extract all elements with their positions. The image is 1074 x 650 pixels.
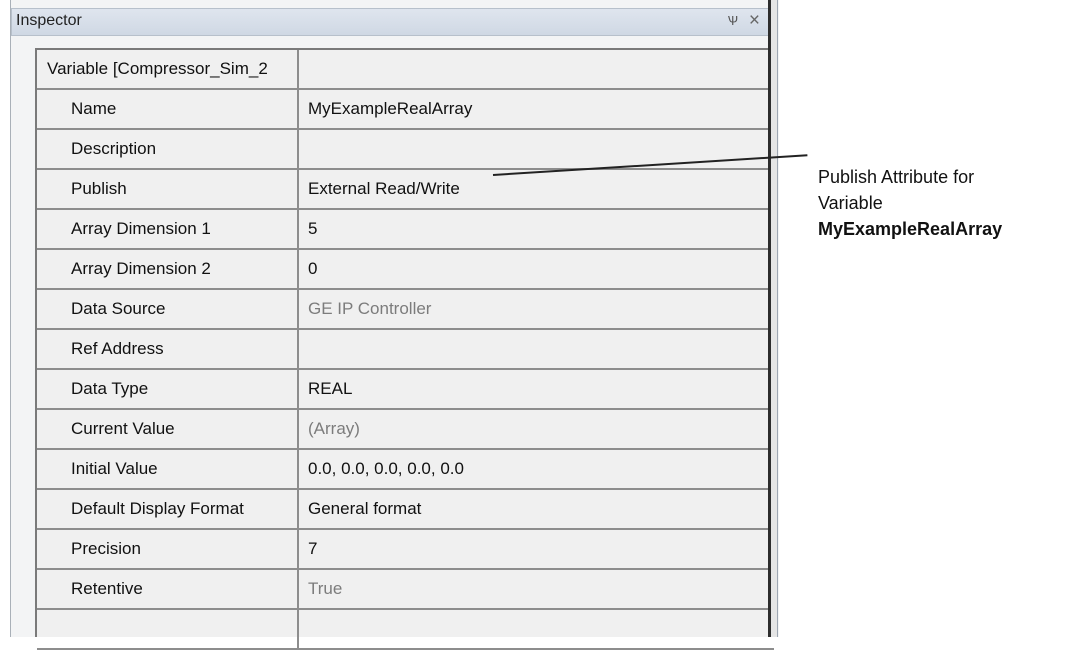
property-row[interactable]: Initial Value 0.0, 0.0, 0.0, 0.0, 0.0 (37, 450, 774, 490)
property-value[interactable]: 0 (301, 250, 774, 288)
panel-splitter[interactable] (771, 0, 778, 637)
property-value[interactable]: MyExampleRealArray (301, 90, 774, 128)
property-name: Default Display Format (37, 490, 299, 528)
property-name: Precision (37, 530, 299, 568)
property-value[interactable]: 5 (301, 210, 774, 248)
property-name: Array Dimension 1 (37, 210, 299, 248)
property-value[interactable] (301, 610, 774, 648)
property-name: Name (37, 90, 299, 128)
property-value[interactable]: GE IP Controller (301, 290, 774, 328)
property-name: Data Source (37, 290, 299, 328)
property-row[interactable]: Publish External Read/Write (37, 170, 774, 210)
property-name: Description (37, 130, 299, 168)
pin-icon[interactable]: Ѱ (728, 13, 738, 28)
property-value[interactable] (301, 330, 774, 368)
property-row[interactable]: Array Dimension 20 (37, 250, 774, 290)
property-name: Retentive (37, 570, 299, 608)
property-row[interactable]: Array Dimension 15 (37, 210, 774, 250)
property-row[interactable]: Default Display Format General format (37, 490, 774, 530)
inspector-panel: Inspector Ѱ × Variable [Compressor_Sim_2… (10, 0, 779, 650)
property-value[interactable]: (Array) (301, 410, 774, 448)
property-row[interactable]: Data Source GE IP Controller (37, 290, 774, 330)
property-row[interactable]: Current Value (Array) (37, 410, 774, 450)
property-name (37, 610, 299, 648)
property-name: Array Dimension 2 (37, 250, 299, 288)
annotation-line-1: Publish Attribute for (818, 167, 975, 187)
annotation-line-2: Variable (818, 193, 883, 213)
close-icon[interactable]: × (749, 10, 760, 32)
property-name: Initial Value (37, 450, 299, 488)
property-row[interactable]: Retentive True (37, 570, 774, 610)
inspector-title: Inspector (16, 12, 82, 29)
property-name: Current Value (37, 410, 299, 448)
property-value[interactable]: General format (301, 490, 774, 528)
property-row[interactable]: Variable [Compressor_Sim_2 (37, 50, 774, 90)
property-name: Data Type (37, 370, 299, 408)
property-value[interactable] (301, 50, 774, 88)
property-value[interactable]: External Read/Write (301, 170, 774, 208)
property-name: Variable [Compressor_Sim_2 (37, 50, 299, 88)
property-value[interactable]: True (301, 570, 774, 608)
property-row[interactable]: Ref Address (37, 330, 774, 370)
property-row[interactable]: Precision 7 (37, 530, 774, 570)
property-value[interactable]: 7 (301, 530, 774, 568)
property-row[interactable]: Name MyExampleRealArray (37, 90, 774, 130)
property-value[interactable]: REAL (301, 370, 774, 408)
annotation-line-3: MyExampleRealArray (818, 219, 1003, 239)
inspector-title-bar: Inspector Ѱ × (11, 8, 769, 36)
property-row[interactable]: Data Type REAL (37, 370, 774, 410)
property-row[interactable] (37, 610, 774, 650)
annotation-text: Publish Attribute for Variable MyExample… (818, 164, 1074, 242)
property-name: Ref Address (37, 330, 299, 368)
property-grid: Variable [Compressor_Sim_2 Name MyExampleR… (35, 48, 776, 650)
property-value[interactable]: 0.0, 0.0, 0.0, 0.0, 0.0 (301, 450, 774, 488)
property-name: Publish (37, 170, 299, 208)
